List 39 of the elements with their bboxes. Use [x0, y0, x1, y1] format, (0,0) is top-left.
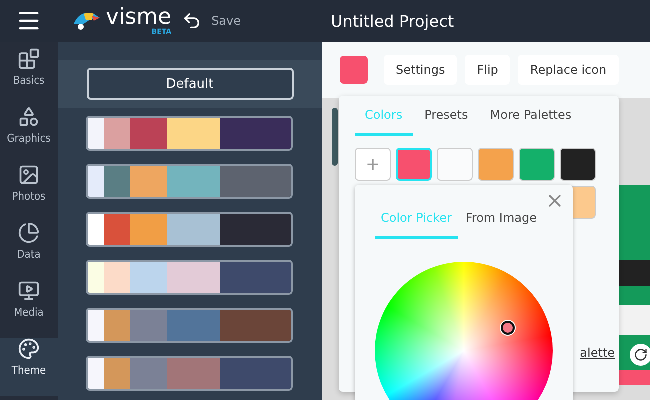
logo-icon: [72, 10, 102, 32]
color-swatch[interactable]: [560, 148, 596, 181]
project-title: Untitled Project: [331, 12, 454, 30]
palette-link[interactable]: alette: [580, 346, 615, 360]
palette-icon: [18, 338, 40, 360]
image-icon: [18, 164, 40, 186]
slide-thumbnail: [332, 108, 338, 166]
popover-tab[interactable]: Presets: [414, 96, 478, 136]
rail-item[interactable]: Graphics: [0, 106, 58, 164]
rail-item[interactable]: Media: [0, 280, 58, 338]
rail-item[interactable]: Theme: [0, 338, 58, 396]
rail-item[interactable]: Data: [0, 222, 58, 280]
color-swatch[interactable]: [519, 148, 555, 181]
rail-item[interactable]: Basics: [0, 48, 58, 106]
palette-option[interactable]: [86, 356, 293, 391]
picker-tab[interactable]: From Image: [460, 199, 544, 239]
palette-option[interactable]: [86, 308, 293, 343]
palette-option[interactable]: [86, 260, 293, 295]
pie-chart-icon: [18, 222, 40, 244]
rail-item[interactable]: Photos: [0, 164, 58, 222]
palette-option[interactable]: [86, 212, 293, 247]
color-swatch[interactable]: [437, 148, 473, 181]
color-swatch[interactable]: [396, 148, 432, 181]
undo-icon: [182, 11, 202, 31]
logo-text: visme: [106, 6, 172, 28]
palette-option[interactable]: [86, 116, 293, 151]
default-theme-button[interactable]: Default: [86, 68, 294, 100]
blocks-icon: [18, 48, 40, 70]
toolbar-button[interactable]: Settings: [384, 55, 458, 85]
save-button[interactable]: Save: [212, 14, 242, 28]
toolbar-button[interactable]: Flip: [465, 55, 510, 85]
color-swatch[interactable]: [478, 148, 514, 181]
current-color-swatch[interactable]: [340, 56, 368, 84]
popover-tab[interactable]: More Palettes: [480, 96, 582, 136]
shapes-icon: [18, 106, 40, 128]
video-icon: [18, 280, 40, 302]
rotate-icon: [634, 348, 648, 362]
toolbar-button[interactable]: Replace icon: [518, 55, 619, 85]
wheel-handle[interactable]: [501, 321, 515, 335]
